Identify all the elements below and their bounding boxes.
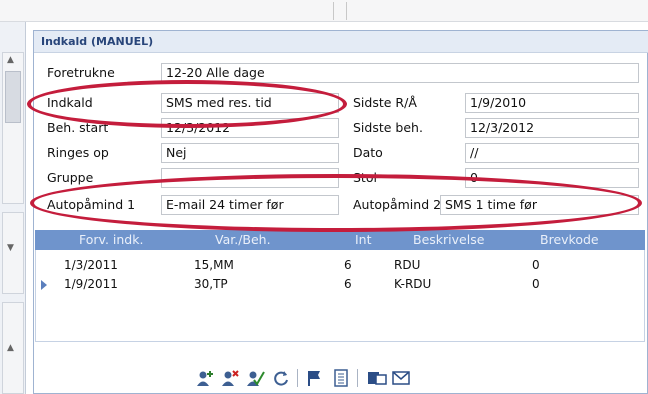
sidste-beh-label: Sidste beh. [353, 120, 423, 135]
approve-person-icon[interactable] [245, 369, 265, 387]
table-cell: 6 [344, 258, 352, 272]
table-cell: K-RDU [394, 277, 432, 291]
foretrukne-label: Foretrukne [47, 65, 115, 80]
autopaamind1-label: Autopåmind 1 [47, 197, 136, 212]
refresh-icon[interactable] [271, 369, 291, 387]
table-cell: 15,MM [194, 258, 234, 272]
scroll-down-icon[interactable]: ▼ [7, 243, 14, 253]
left-panel: ▲ ▼ ▲ [0, 22, 26, 394]
scroll-up-icon[interactable]: ▲ [7, 55, 14, 65]
current-row-indicator-icon [41, 280, 47, 290]
indkald-table: 1/3/2011 15,MM 6 RDU 0 1/9/2011 30,TP 6 … [35, 250, 645, 342]
column-header-beskrivelse[interactable]: Beskrivelse [413, 232, 484, 247]
table-cell: 0 [532, 258, 540, 272]
panel-title: Indkald (MANUEL) [34, 31, 648, 53]
toolbar [35, 355, 645, 391]
dato-label: Dato [353, 145, 383, 160]
table-cell: 0 [532, 277, 540, 291]
sidste-beh-field[interactable]: 12/3/2012 [465, 118, 639, 138]
left-scrollbar-middle[interactable]: ▼ [2, 212, 24, 294]
left-scrollbar-top[interactable]: ▲ [2, 52, 24, 204]
toolbar-separator [297, 369, 298, 387]
autopaamind1-field[interactable]: E-mail 24 timer før [161, 195, 339, 215]
add-person-icon[interactable] [195, 369, 215, 387]
remove-person-icon[interactable] [220, 369, 240, 387]
table-header: Forv. indk. Var./Beh. Int Beskrivelse Br… [35, 230, 645, 250]
sidste-rv-label: Sidste R/Å [353, 95, 417, 110]
toolbar-separator [357, 369, 358, 387]
indkald-label: Indkald [47, 95, 93, 110]
beh-start-field[interactable]: 12/3/2012 [161, 118, 339, 138]
autopaamind2-field[interactable]: SMS 1 time før [440, 195, 639, 215]
sms-icon[interactable] [367, 369, 387, 387]
top-bar-divider [346, 2, 347, 20]
table-cell: 6 [344, 277, 352, 291]
scroll-up-icon[interactable]: ▲ [7, 343, 14, 353]
document-icon[interactable] [331, 369, 351, 387]
ringes-op-field[interactable]: Nej [161, 143, 339, 163]
column-header-brevkode[interactable]: Brevkode [540, 232, 599, 247]
gruppe-field[interactable] [161, 168, 339, 188]
column-header-var-beh[interactable]: Var./Beh. [215, 232, 271, 247]
autopaamind2-label: Autopåmind 2 [353, 197, 442, 212]
table-cell: 1/3/2011 [64, 258, 118, 272]
flag-icon[interactable] [305, 369, 325, 387]
stol-label: Stol [353, 170, 377, 185]
column-header-forv-indk[interactable]: Forv. indk. [79, 232, 143, 247]
indkald-field[interactable]: SMS med res. tid [161, 93, 339, 113]
foretrukne-field[interactable]: 12-20 Alle dage [161, 63, 639, 83]
ringes-op-label: Ringes op [47, 145, 109, 160]
top-bar-divider [333, 2, 334, 20]
table-cell: 30,TP [194, 277, 228, 291]
beh-start-label: Beh. start [47, 120, 109, 135]
sidste-rv-field[interactable]: 1/9/2010 [465, 93, 639, 113]
table-cell: 1/9/2011 [64, 277, 118, 291]
dato-field[interactable]: // [465, 143, 639, 163]
top-bar [0, 0, 648, 22]
left-scrollbar-bottom[interactable]: ▲ [2, 302, 24, 394]
gruppe-label: Gruppe [47, 170, 94, 185]
scrollbar-thumb[interactable] [5, 71, 21, 123]
column-header-int[interactable]: Int [355, 232, 372, 247]
stol-field[interactable]: 0 [465, 168, 639, 188]
table-cell: RDU [394, 258, 421, 272]
email-icon[interactable] [391, 369, 411, 387]
